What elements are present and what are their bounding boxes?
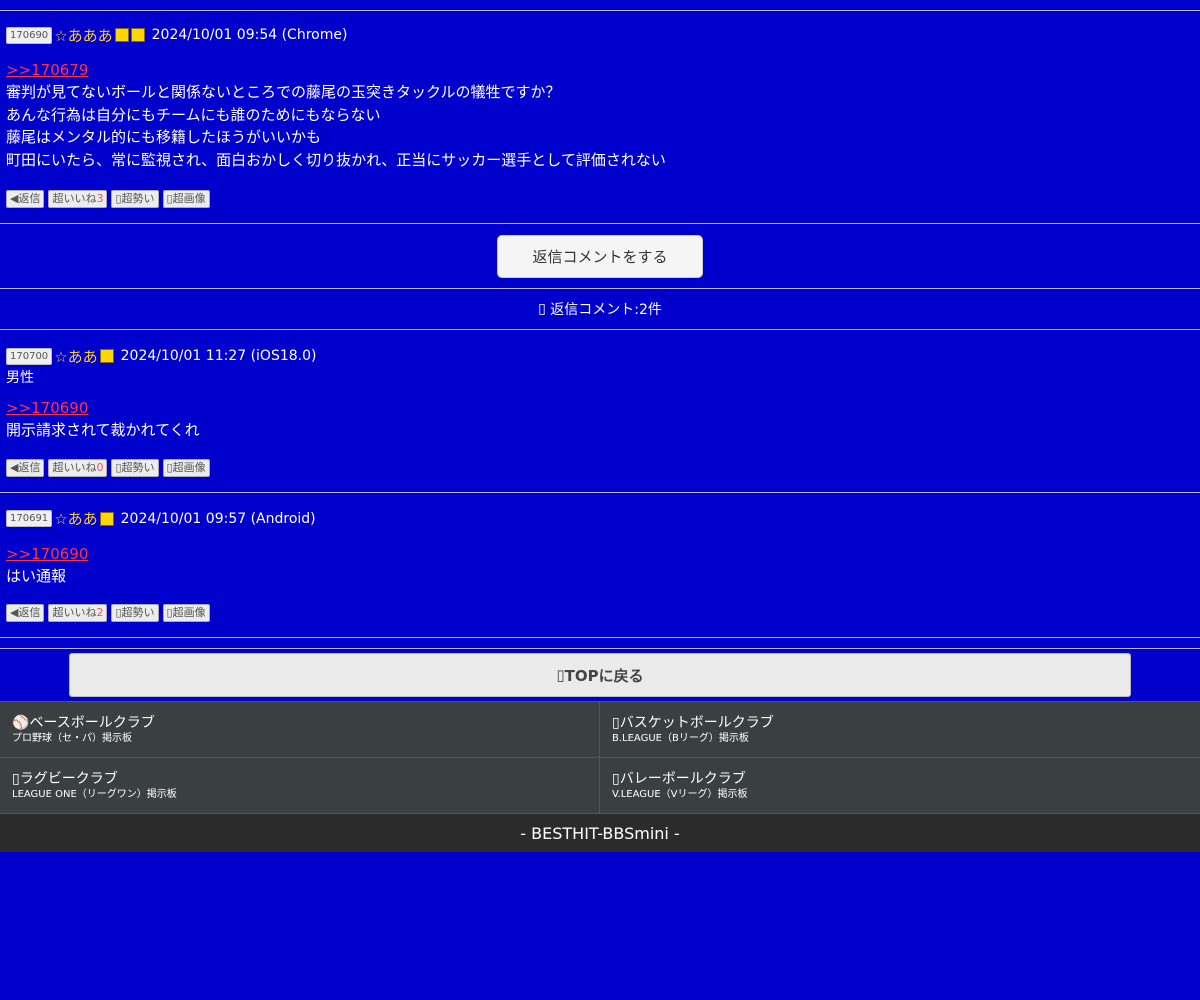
basketball-icon: ▯ — [612, 714, 620, 731]
super-image-button[interactable]: ▯超画像 — [162, 604, 210, 622]
super-image-button[interactable]: ▯超画像 — [162, 190, 210, 208]
club-subtitle: LEAGUE ONE（リーグワン）掲示板 — [12, 788, 177, 800]
badge-icon — [99, 511, 114, 526]
back-to-top-button[interactable]: ▯ TOPに戻る — [69, 653, 1131, 697]
club-subtitle: プロ野球（セ・パ）掲示板 — [12, 732, 132, 744]
poster-name: ☆あああ — [54, 26, 113, 45]
post-actions: ◀返信 超いいね0 ▯超勢い ▯超画像 — [6, 458, 1194, 477]
post-date: 2024/10/01 09:57 (Android) — [120, 510, 316, 527]
post-meta: 170690 ☆あああ 2024/10/01 09:54 (Chrome) — [6, 23, 1194, 47]
super-power-button[interactable]: ▯超勢い — [111, 458, 159, 477]
site-footer: - BESTHIT-BBSmini - — [0, 814, 1200, 852]
club-link-basketball[interactable]: ▯バスケットボールクラブ B.LEAGUE（Bリーグ）掲示板 — [600, 702, 1200, 758]
club-link-baseball[interactable]: ⚾ベースボールクラブ プロ野球（セ・パ）掲示板 — [0, 702, 600, 758]
post-actions: ◀返信 超いいね2 ▯超勢い ▯超画像 — [6, 604, 1194, 622]
club-subtitle: B.LEAGUE（Bリーグ）掲示板 — [612, 732, 749, 744]
post-body-line: あんな行為は自分にもチームにも誰のためにもならない — [6, 105, 381, 124]
poster-name: ☆ああ — [54, 347, 98, 366]
super-like-button[interactable]: 超いいね2 — [48, 604, 108, 622]
super-image-button[interactable]: ▯超画像 — [162, 458, 210, 477]
post-body-line: はい通報 — [6, 566, 67, 585]
post-body-line: 開示請求されて裁かれてくれ — [6, 421, 200, 439]
like-count: 3 — [96, 192, 104, 205]
post-number[interactable]: 170691 — [6, 510, 53, 527]
post-170691: 170691 ☆ああ 2024/10/01 09:57 (Android) >>… — [0, 493, 1200, 638]
post-date: 2024/10/01 09:54 (Chrome) — [151, 27, 348, 43]
reply-count: ▯ 返信コメント:2件 — [538, 301, 662, 318]
badge-icon — [99, 349, 114, 363]
super-like-button[interactable]: 超いいね3 — [48, 190, 108, 208]
post-body-line: 藤尾はメンタル的にも移籍したほうがいいかも — [6, 128, 322, 146]
club-link-volleyball[interactable]: ▯バレーボールクラブ V.LEAGUE（Vリーグ）掲示板 — [600, 758, 1200, 814]
baseball-icon: ⚾ — [12, 714, 30, 731]
reply-comment-button[interactable]: 返信コメントをする — [497, 234, 703, 278]
post-meta: 170691 ☆ああ 2024/10/01 09:57 (Android) — [6, 507, 1194, 531]
club-subtitle: V.LEAGUE（Vリーグ）掲示板 — [612, 788, 748, 800]
post-body-line: 町田にいたら、常に監視され、面白おかしく切り抜かれ、正当にサッカー選手として評価… — [6, 150, 666, 169]
volleyball-icon: ▯ — [612, 770, 620, 787]
like-count: 2 — [96, 606, 104, 619]
poster-gender: 男性 — [6, 370, 34, 386]
club-link-rugby[interactable]: ▯ラグビークラブ LEAGUE ONE（リーグワン）掲示板 — [0, 758, 600, 814]
reply-anchor-link[interactable]: >>170690 — [6, 543, 1194, 565]
badge-icon — [114, 28, 129, 42]
like-count: 0 — [96, 460, 104, 474]
post-meta: 170700 ☆ああ 2024/10/01 11:27 (iOS18.0) — [6, 344, 1194, 368]
post-date: 2024/10/01 11:27 (iOS18.0) — [120, 348, 317, 364]
reply-action-button[interactable]: ◀返信 — [6, 604, 45, 622]
reply-anchor-link[interactable]: >>170690 — [6, 397, 1194, 419]
comment-icon: ▯ — [538, 301, 546, 317]
post-actions: ◀返信 超いいね3 ▯超勢い ▯超画像 — [6, 190, 1194, 208]
rugby-icon: ▯ — [12, 770, 20, 787]
club-links: ⚾ベースボールクラブ プロ野球（セ・パ）掲示板 ▯バスケットボールクラブ B.L… — [0, 701, 1200, 814]
reply-action-button[interactable]: ◀返信 — [6, 458, 45, 477]
super-power-button[interactable]: ▯超勢い — [111, 604, 159, 622]
post-body-line: 審判が見てないボールと関係ないところでの藤尾の玉突きタックルの犠牲ですか？ — [6, 83, 561, 101]
post-number[interactable]: 170700 — [6, 347, 53, 365]
poster-name: ☆ああ — [54, 510, 98, 528]
super-power-button[interactable]: ▯超勢い — [111, 190, 159, 208]
badge-icon — [130, 28, 145, 42]
home-icon: ▯ — [556, 666, 565, 684]
post-number[interactable]: 170690 — [6, 26, 53, 44]
reply-anchor-link[interactable]: >>170679 — [6, 59, 1194, 81]
post-170690: 170690 ☆あああ 2024/10/01 09:54 (Chrome) >>… — [0, 11, 1200, 223]
post-170700: 170700 ☆ああ 2024/10/01 11:27 (iOS18.0) 男性… — [0, 330, 1200, 492]
super-like-button[interactable]: 超いいね0 — [48, 458, 108, 477]
reply-action-button[interactable]: ◀返信 — [6, 190, 45, 208]
